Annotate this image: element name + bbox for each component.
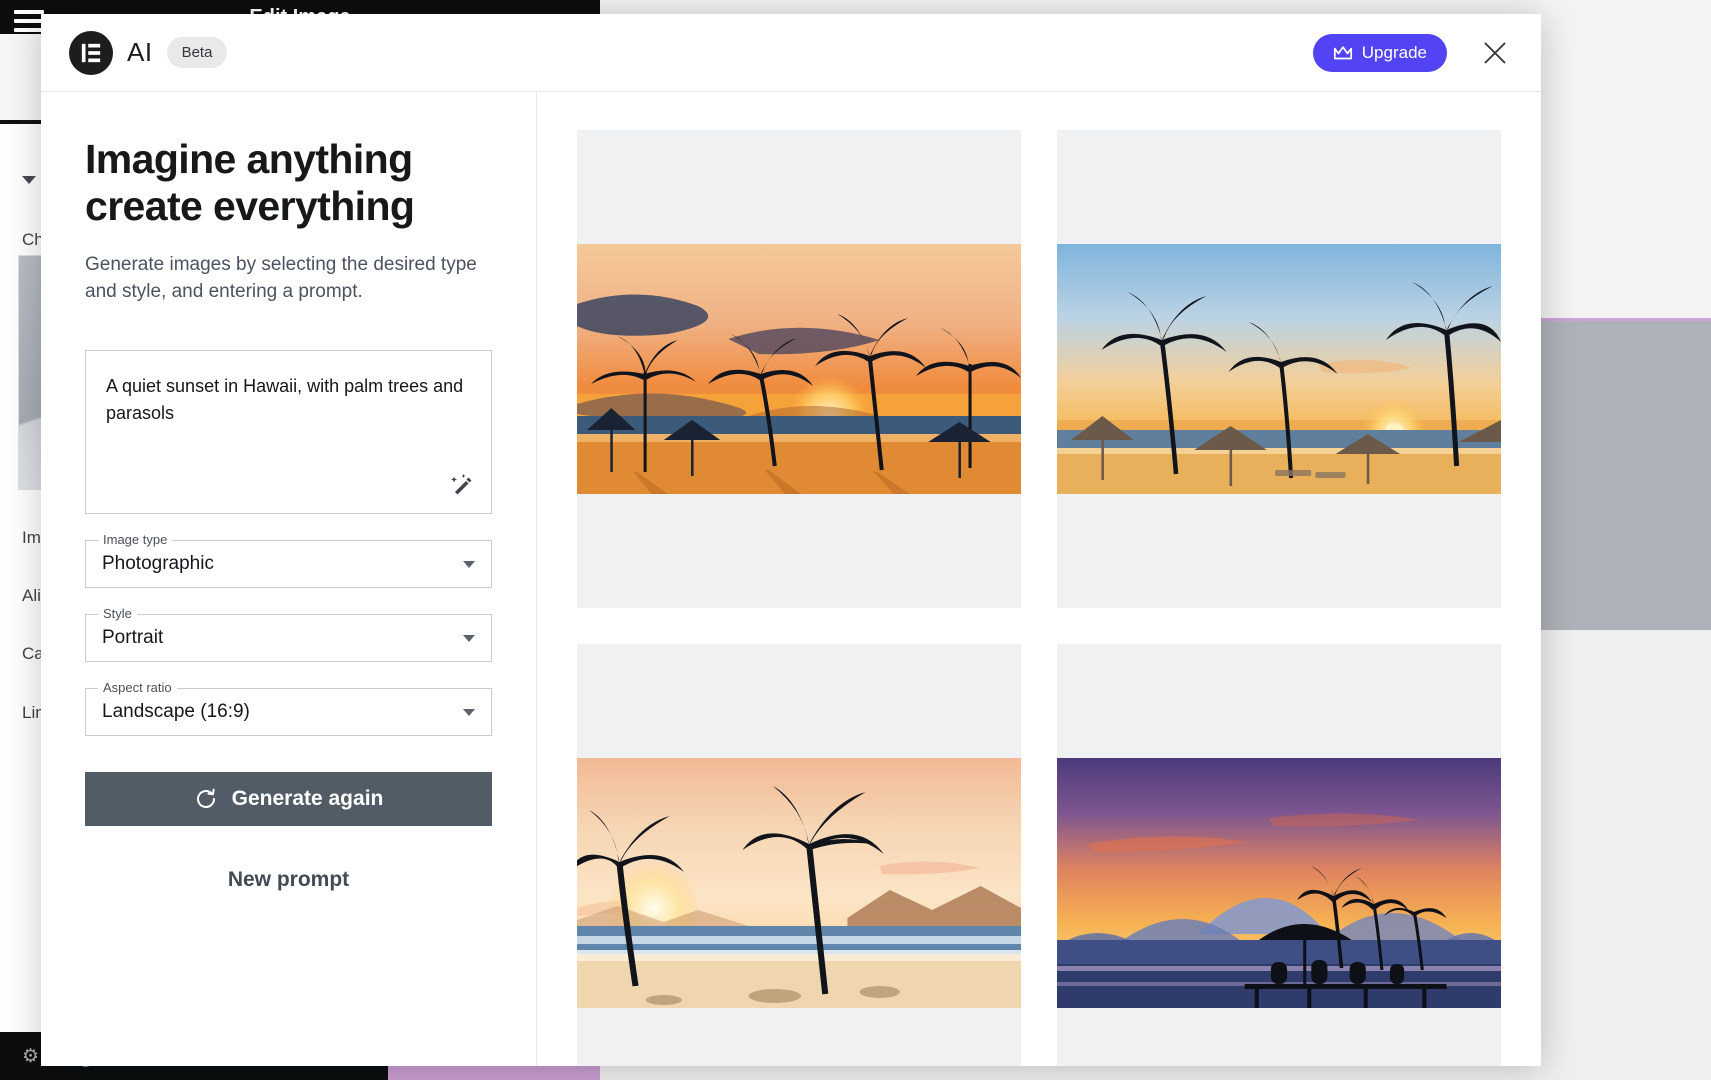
upgrade-label: Upgrade — [1361, 42, 1427, 62]
canvas-area-bottom — [1540, 630, 1711, 1080]
style-select[interactable]: Style Portrait — [85, 606, 492, 663]
generated-image-tile[interactable] — [577, 130, 1021, 608]
magic-wand-icon — [449, 474, 475, 502]
brand-name: AI — [127, 37, 153, 67]
chevron-down-icon[interactable] — [463, 634, 475, 642]
style-label: Style — [98, 606, 137, 622]
aspect-ratio-value: Landscape (16:9) — [102, 701, 250, 723]
aspect-ratio-select[interactable]: Aspect ratio Landscape (16:9) — [85, 680, 492, 737]
prompt-input[interactable]: A quiet sunset in Hawaii, with palm tree… — [85, 350, 492, 515]
generator-form-pane: Imagine anything create everything Gener… — [41, 92, 537, 1066]
panel-collapse-caret[interactable] — [22, 176, 36, 184]
page-title: Imagine anything create everything — [85, 136, 492, 230]
upgrade-button[interactable]: Upgrade — [1312, 33, 1447, 72]
headline-line-1: Imagine anything — [85, 136, 413, 182]
refresh-icon — [194, 787, 218, 811]
crown-icon — [1333, 45, 1353, 61]
modal-header: AI Beta Upgrade — [41, 14, 1541, 92]
beta-badge: Beta — [166, 37, 228, 68]
new-prompt-button[interactable]: New prompt — [85, 856, 492, 904]
ai-image-generator-modal: AI Beta Upgrade Imagine anything create … — [41, 14, 1541, 1066]
elementor-logo-icon — [69, 30, 113, 75]
image-type-value: Photographic — [102, 553, 214, 575]
close-button[interactable] — [1477, 35, 1513, 71]
chevron-down-icon[interactable] — [463, 560, 475, 568]
close-icon — [1481, 41, 1509, 70]
generated-image-tile[interactable] — [1057, 130, 1501, 608]
generated-image-1[interactable] — [577, 244, 1021, 494]
generated-image-2[interactable] — [1057, 244, 1501, 494]
canvas-selected-block — [1540, 318, 1711, 630]
generated-image-tile[interactable] — [1057, 644, 1501, 1066]
page-subtitle: Generate images by selecting the desired… — [85, 254, 477, 303]
results-gallery — [537, 92, 1541, 1066]
chevron-down-icon[interactable] — [463, 708, 475, 716]
image-type-select[interactable]: Image type Photographic — [85, 532, 492, 589]
generated-image-4[interactable] — [1057, 758, 1501, 1008]
generated-image-3[interactable] — [577, 758, 1021, 1008]
prompt-text-value[interactable]: A quiet sunset in Hawaii, with palm tree… — [86, 351, 491, 449]
canvas-area-top — [1540, 0, 1711, 318]
brand-block: AI Beta — [69, 30, 228, 75]
headline-line-2: create everything — [85, 183, 415, 230]
aspect-ratio-label: Aspect ratio — [98, 680, 177, 696]
gear-icon[interactable]: ⚙ — [22, 1045, 39, 1068]
style-value: Portrait — [102, 627, 164, 649]
header-actions: Upgrade — [1312, 33, 1513, 72]
generate-again-button[interactable]: Generate again — [85, 772, 492, 827]
generate-again-label: Generate again — [231, 787, 384, 811]
modal-body: Imagine anything create everything Gener… — [41, 92, 1541, 1066]
generated-image-tile[interactable] — [577, 644, 1021, 1066]
enhance-prompt-button[interactable] — [445, 469, 479, 503]
image-type-label: Image type — [98, 532, 173, 548]
